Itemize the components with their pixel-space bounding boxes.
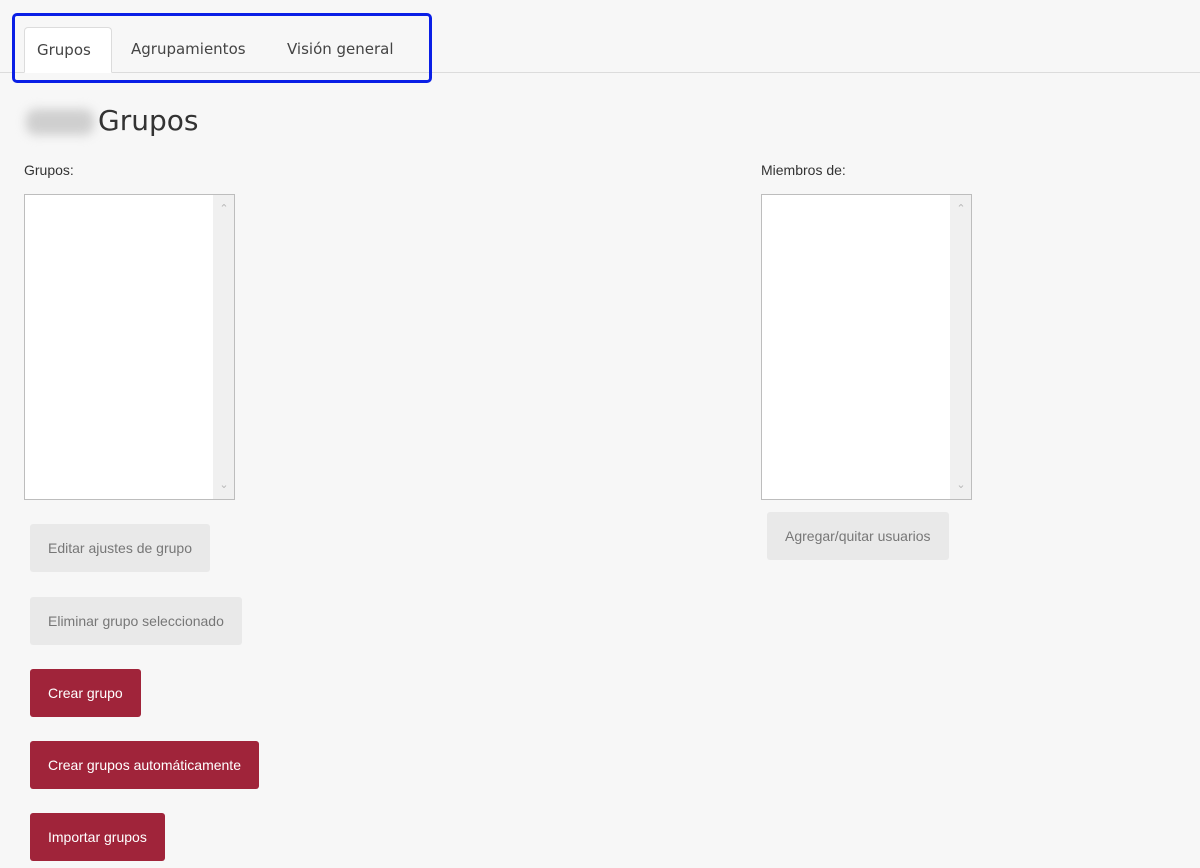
import-groups-button[interactable]: Importar grupos bbox=[30, 813, 165, 861]
groups-label: Grupos: bbox=[24, 162, 74, 178]
add-remove-users-button[interactable]: Agregar/quitar usuarios bbox=[767, 512, 949, 560]
members-scrollbar[interactable]: ⌃ ⌄ bbox=[950, 195, 971, 499]
create-group-button[interactable]: Crear grupo bbox=[30, 669, 141, 717]
scroll-down-icon[interactable]: ⌄ bbox=[214, 475, 234, 495]
tab-bar: Grupos Agrupamientos Visión general bbox=[0, 0, 1200, 73]
edit-group-settings-button[interactable]: Editar ajustes de grupo bbox=[30, 524, 210, 572]
scroll-up-icon[interactable]: ⌃ bbox=[951, 199, 971, 219]
page-title: Grupos bbox=[98, 104, 199, 137]
blurred-course-name bbox=[26, 109, 94, 135]
members-label: Miembros de: bbox=[761, 162, 846, 178]
tab-vision-general[interactable]: Visión general bbox=[275, 27, 415, 71]
delete-selected-group-button[interactable]: Eliminar grupo seleccionado bbox=[30, 597, 242, 645]
scroll-down-icon[interactable]: ⌄ bbox=[951, 475, 971, 495]
members-listbox[interactable]: ⌃ ⌄ bbox=[761, 194, 972, 500]
groups-scrollbar[interactable]: ⌃ ⌄ bbox=[213, 195, 234, 499]
scroll-up-icon[interactable]: ⌃ bbox=[214, 199, 234, 219]
auto-create-groups-button[interactable]: Crear grupos automáticamente bbox=[30, 741, 259, 789]
groups-listbox[interactable]: ⌃ ⌄ bbox=[24, 194, 235, 500]
tab-grupos[interactable]: Grupos bbox=[24, 27, 112, 73]
tab-agrupamientos[interactable]: Agrupamientos bbox=[119, 27, 267, 71]
